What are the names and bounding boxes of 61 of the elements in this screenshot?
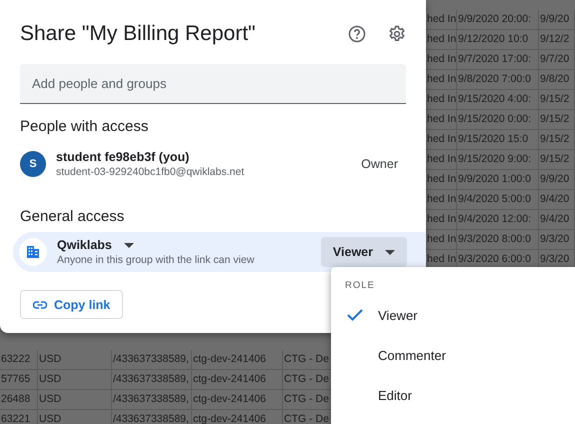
table-cell: 9/9/2020 1:00:0 — [457, 170, 539, 190]
section-heading: General access — [20, 208, 126, 227]
role-dropdown[interactable]: Viewer — [320, 237, 407, 267]
table-cell: 63222 — [0, 350, 38, 370]
caret-icon — [385, 250, 395, 254]
table-cell: 9/15/2 — [539, 130, 575, 150]
table-cell: 9/15/2020 9:00: — [457, 150, 539, 170]
role-label: Owner — [361, 157, 398, 171]
table-cell: 9/3/20 — [539, 230, 575, 250]
group-dropdown[interactable]: Qwiklabs — [57, 238, 322, 252]
table-cell: 9/7/20 — [539, 50, 575, 70]
table-cell: 9/3/2020 8:00:0 — [457, 230, 539, 250]
help-icon[interactable] — [348, 25, 366, 43]
table-cell: ctg-dev-241406 — [192, 410, 283, 424]
link-icon — [33, 300, 47, 308]
table-cell: 9/4/2020 5:00:0 — [457, 190, 539, 210]
table-cell: 9/8/20 — [539, 70, 575, 90]
settings-icon[interactable] — [388, 25, 406, 43]
table-cell: USD — [38, 350, 112, 370]
table-cell: /433637338589, — [112, 350, 192, 370]
table-cell: ctg-dev-241406 — [192, 370, 283, 390]
caret-icon — [124, 242, 134, 248]
table-cell: 9/9/20 — [539, 170, 575, 190]
person-name: student fe98eb3f (you) — [56, 150, 190, 164]
menu-heading: ROLE — [344, 279, 376, 287]
table-cell: /433637338589, — [112, 410, 192, 424]
table-cell: 9/12/2020 10:0 — [457, 30, 539, 50]
table-cell: 9/4/20 — [539, 210, 575, 230]
table-cell: 9/8/2020 7:00:0 — [457, 70, 539, 90]
table-cell: 9/15/2020 15:0 — [457, 130, 539, 150]
table-cell: 9/7/2020 17:00: — [457, 50, 539, 70]
table-cell: 63221 — [0, 410, 38, 424]
checkmark-icon — [347, 309, 363, 321]
table-cell: 9/15/2 — [539, 90, 575, 110]
add-people-field[interactable]: Add people and groups — [20, 64, 406, 104]
dialog-title: Share "My Billing Report" — [20, 22, 257, 46]
table-cell: USD — [38, 370, 112, 390]
table-cell: ctg-dev-241406 — [192, 390, 283, 410]
table-cell: 57765 — [0, 370, 38, 390]
table-cell: ctg-dev-241406 — [192, 350, 283, 370]
table-cell: 9/12/2 — [539, 30, 575, 50]
table-cell: 9/9/20 — [539, 10, 575, 30]
table-cell: USD — [38, 410, 112, 424]
table-cell: /433637338589, — [112, 370, 192, 390]
menu-item[interactable]: Viewer — [331, 295, 575, 335]
avatar: S — [20, 151, 46, 177]
copy-link-button[interactable]: Copy link — [20, 290, 124, 319]
table-cell: 9/9/2020 20:00: — [457, 10, 539, 30]
table-cell: USD — [38, 390, 112, 410]
table-cell: 9/4/20 — [539, 190, 575, 210]
table-cell: /433637338589, — [112, 390, 192, 410]
building-icon — [19, 238, 47, 266]
table-cell: 9/15/2020 4:00: — [457, 90, 539, 110]
table-cell: 9/15/2020 0:00: — [457, 110, 539, 130]
table-cell: 9/4/2020 12:00: — [457, 210, 539, 230]
table-cell: 9/15/2 — [539, 150, 575, 170]
section-heading: People with access — [20, 118, 150, 137]
access-description: Anyone in this group with the link can view — [57, 254, 256, 266]
person-email: student-03-929240bc1fb0@qwiklabs.net — [56, 166, 246, 178]
table-cell: 9/15/2 — [539, 110, 575, 130]
table-cell: 26488 — [0, 390, 38, 410]
